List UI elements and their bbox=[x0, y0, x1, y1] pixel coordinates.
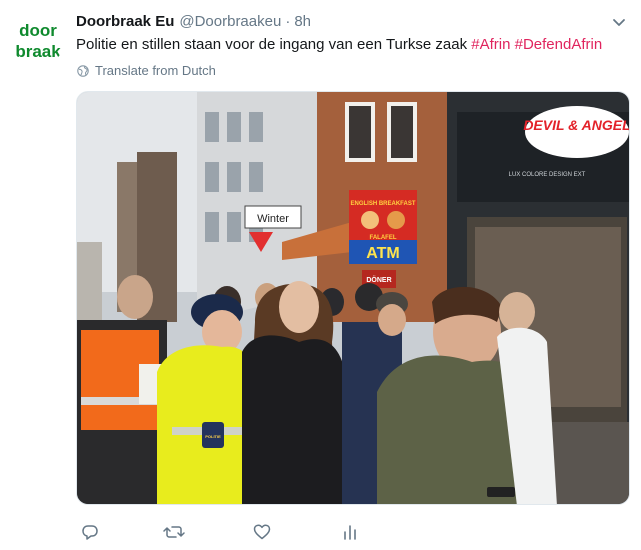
logo-line1: door bbox=[19, 21, 57, 40]
tweet-text: Politie en stillen staan voor de ingang … bbox=[76, 35, 602, 55]
street-scene-photo: ENGLISH BREAKFAST FALAFEL ATM Winter DÖN… bbox=[77, 92, 630, 504]
hashtag-afrin[interactable]: #Afrin bbox=[471, 36, 510, 53]
doorbraak-logo: door braak bbox=[11, 12, 65, 66]
doner-sign: DÖNER bbox=[366, 275, 391, 284]
atm-sign: ATM bbox=[366, 245, 399, 262]
separator-dot: · bbox=[285, 13, 291, 30]
translate-label: Translate from Dutch bbox=[95, 63, 216, 78]
chevron-down-icon[interactable] bbox=[611, 14, 627, 30]
avatar[interactable]: door braak bbox=[11, 12, 65, 66]
logo-line2: braak bbox=[15, 42, 61, 61]
globe-icon bbox=[77, 64, 89, 77]
restaurant-sign-line1: ENGLISH BREAKFAST bbox=[350, 201, 415, 207]
retweet-icon[interactable] bbox=[163, 521, 185, 543]
tweet-photo[interactable]: ENGLISH BREAKFAST FALAFEL ATM Winter DÖN… bbox=[76, 91, 630, 505]
street-sign: Winter bbox=[257, 213, 289, 225]
shop-sign: DEVIL & ANGEL bbox=[523, 117, 630, 133]
tweet[interactable]: door braak Doorbraak Eu @Doorbraakeu · 8… bbox=[0, 0, 641, 550]
tweet-text-content: Politie en stillen staan voor de ingang … bbox=[76, 36, 468, 53]
analytics-icon[interactable] bbox=[339, 521, 361, 543]
reply-icon[interactable] bbox=[79, 521, 101, 543]
author-handle[interactable]: @Doorbraakeu bbox=[179, 13, 281, 30]
author-name[interactable]: Doorbraak Eu bbox=[76, 13, 174, 30]
shop-subtitle: LUX COLORE DESIGN EXT bbox=[509, 172, 586, 178]
tweet-timestamp[interactable]: 8h bbox=[294, 13, 311, 30]
tweet-header: Doorbraak Eu @Doorbraakeu · 8h bbox=[76, 13, 311, 33]
heart-icon[interactable] bbox=[251, 521, 273, 543]
hashtag-defendafrin[interactable]: #DefendAfrin bbox=[515, 36, 603, 53]
police-patch: POLITIE bbox=[205, 434, 221, 439]
tweet-actions bbox=[76, 521, 376, 543]
translate-link[interactable]: Translate from Dutch bbox=[77, 63, 216, 78]
